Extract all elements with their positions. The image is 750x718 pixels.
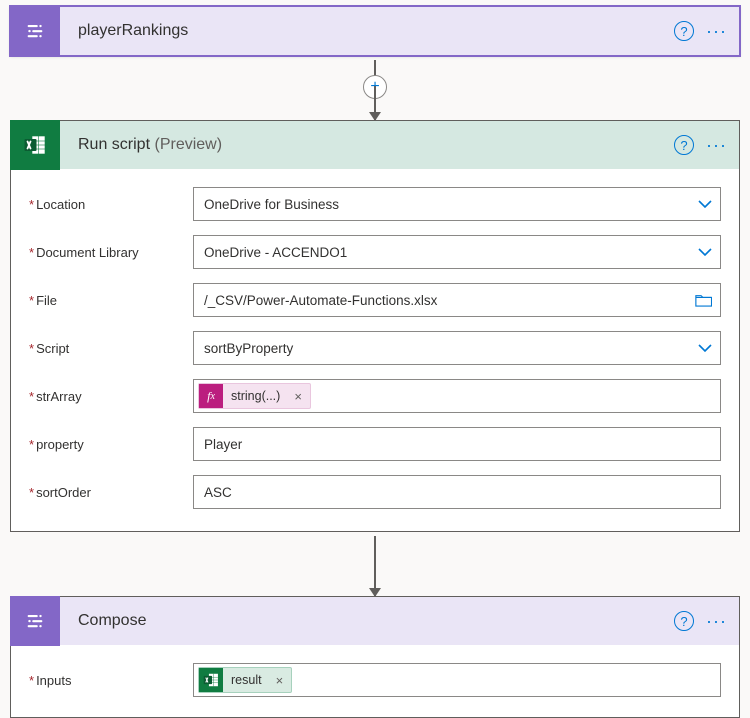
compose-icon xyxy=(10,6,60,56)
inputs-label: Inputs xyxy=(29,673,193,688)
dynamic-content-chip[interactable]: result × xyxy=(198,667,292,693)
more-menu-icon[interactable]: ··· xyxy=(702,611,731,632)
help-icon[interactable]: ? xyxy=(674,135,694,155)
step-title: Run script (Preview) xyxy=(60,136,674,154)
strarray-input[interactable]: fx string(...) × xyxy=(193,379,721,413)
doclib-label: Document Library xyxy=(29,245,193,260)
step-compose: Compose ? ··· Inputs xyxy=(10,596,740,718)
excel-icon xyxy=(10,120,60,170)
script-label: Script xyxy=(29,341,193,356)
location-label: Location xyxy=(29,197,193,212)
sortorder-input[interactable] xyxy=(193,475,721,509)
help-icon[interactable]: ? xyxy=(674,21,694,41)
sortorder-label: sortOrder xyxy=(29,485,193,500)
compose-icon xyxy=(10,596,60,646)
chip-remove-icon[interactable]: × xyxy=(268,673,292,688)
chip-remove-icon[interactable]: × xyxy=(286,389,310,404)
step-player-rankings[interactable]: playerRankings ? ··· xyxy=(10,6,740,56)
excel-chip-icon xyxy=(199,668,223,692)
location-select[interactable]: OneDrive for Business xyxy=(193,187,721,221)
more-menu-icon[interactable]: ··· xyxy=(702,135,731,156)
file-input[interactable] xyxy=(193,283,721,317)
step-header[interactable]: Compose ? ··· xyxy=(11,597,739,645)
property-label: property xyxy=(29,437,193,452)
inputs-field[interactable]: result × xyxy=(193,663,721,697)
step-header[interactable]: playerRankings ? ··· xyxy=(11,7,739,55)
step-title: Compose xyxy=(60,612,674,630)
step-run-script: Run script (Preview) ? ··· Location OneD… xyxy=(10,120,740,532)
chevron-down-icon xyxy=(698,200,712,208)
flow-connector-arrow xyxy=(10,86,740,120)
flow-connector-arrow xyxy=(10,536,740,596)
doclib-select[interactable]: OneDrive - ACCENDO1 xyxy=(193,235,721,269)
expression-chip[interactable]: fx string(...) × xyxy=(198,383,311,409)
more-menu-icon[interactable]: ··· xyxy=(702,21,731,42)
flow-connector: + xyxy=(10,60,740,86)
help-icon[interactable]: ? xyxy=(674,611,694,631)
fx-icon: fx xyxy=(199,384,223,408)
step-header[interactable]: Run script (Preview) ? ··· xyxy=(11,121,739,169)
folder-picker-icon[interactable] xyxy=(695,292,712,308)
step-title: playerRankings xyxy=(60,22,674,40)
chevron-down-icon xyxy=(698,344,712,352)
step-body: Location OneDrive for Business Document … xyxy=(11,169,739,531)
step-body: Inputs xyxy=(11,645,739,717)
script-select[interactable]: sortByProperty xyxy=(193,331,721,365)
strarray-label: strArray xyxy=(29,389,193,404)
property-input[interactable] xyxy=(193,427,721,461)
file-label: File xyxy=(29,293,193,308)
chevron-down-icon xyxy=(698,248,712,256)
